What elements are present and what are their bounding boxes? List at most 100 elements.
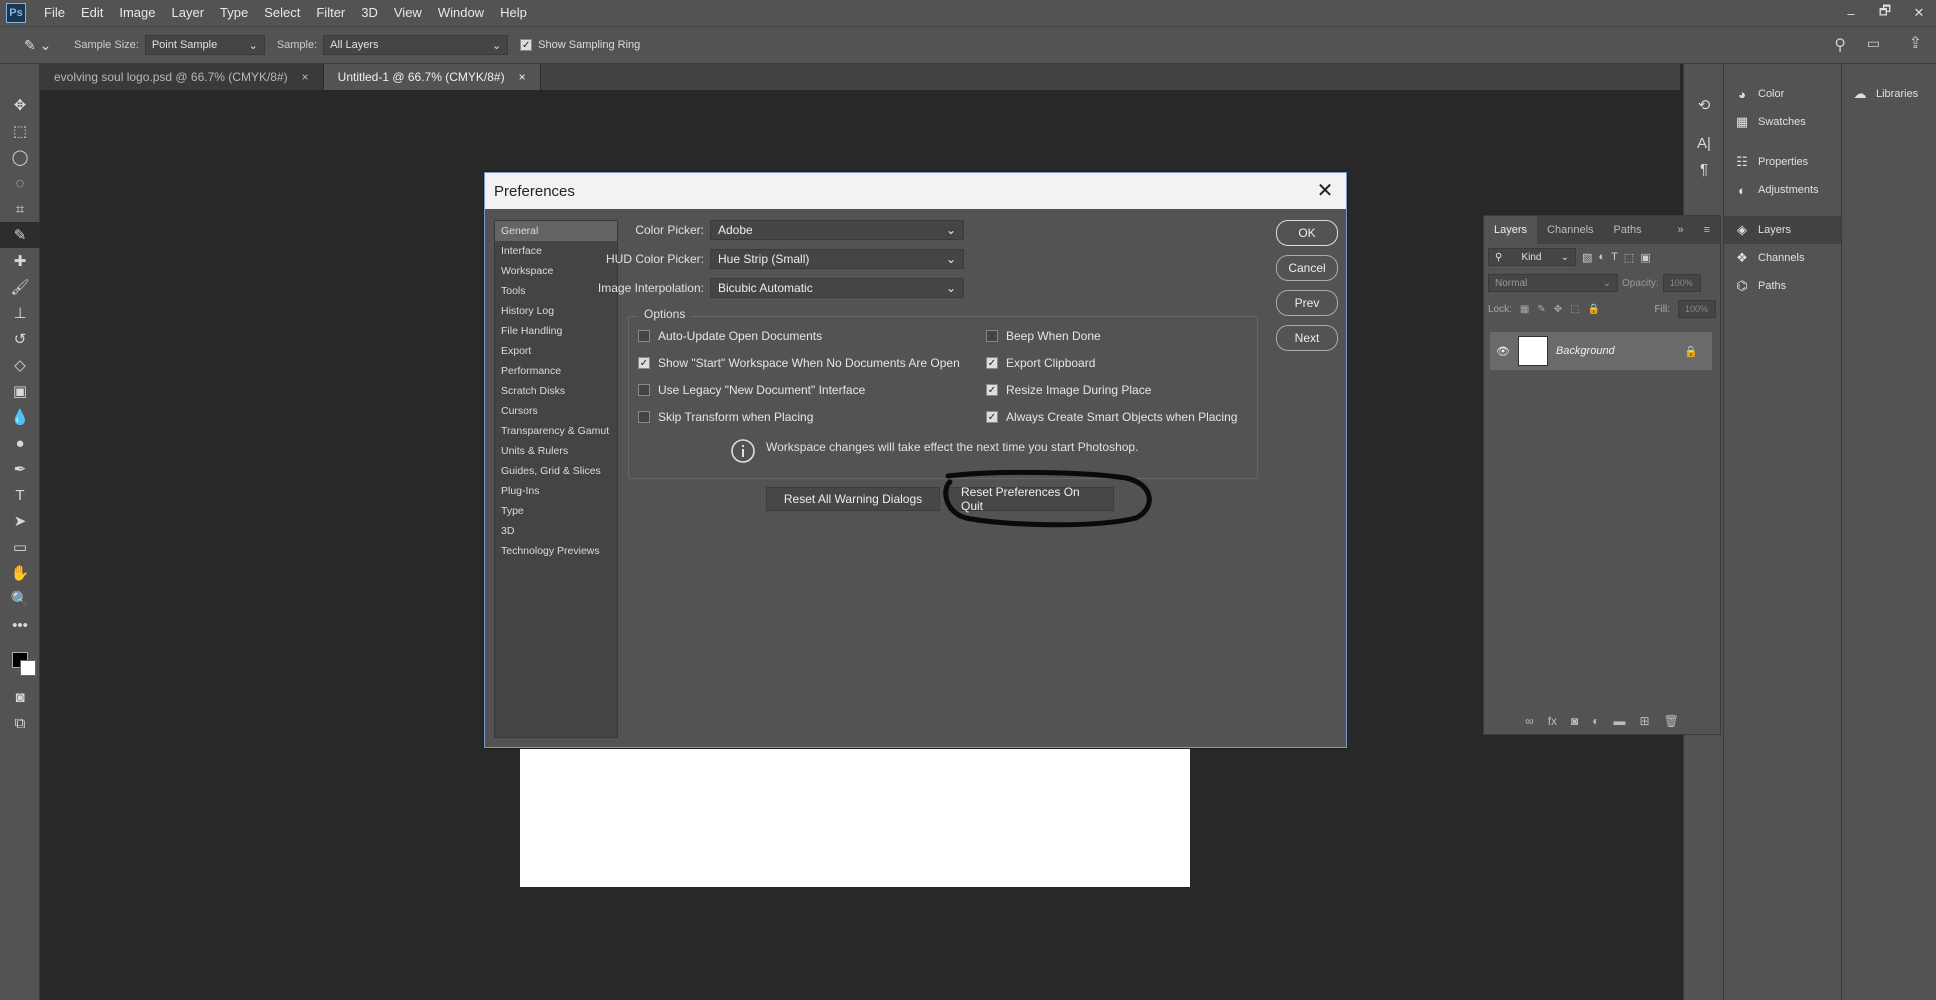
option-export-clipboard[interactable]: ✓ Export Clipboard	[986, 352, 1237, 374]
nav-3d[interactable]: 3D	[495, 521, 617, 541]
opacity-input[interactable]: 100%	[1662, 274, 1701, 292]
link-layers-icon[interactable]: ∞	[1525, 714, 1534, 728]
nav-export[interactable]: Export	[495, 341, 617, 361]
nav-plug-ins[interactable]: Plug-Ins	[495, 481, 617, 501]
brush-tool-icon[interactable]: 🖌	[0, 274, 40, 300]
menu-3d[interactable]: 3D	[353, 0, 386, 26]
fill-input[interactable]: 100%	[1678, 300, 1716, 318]
libraries-panel-button[interactable]: ☁ Libraries	[1842, 80, 1936, 108]
close-tab-icon[interactable]: ×	[302, 70, 309, 84]
sample-size-select[interactable]: Point Sample ⌄	[144, 35, 265, 55]
quick-mask-icon[interactable]: ◙	[0, 684, 40, 710]
nav-type[interactable]: Type	[495, 501, 617, 521]
eyedropper-tool-icon[interactable]: ✎	[0, 222, 40, 248]
pen-tool-icon[interactable]: ✒	[0, 456, 40, 482]
nav-file-handling[interactable]: File Handling	[495, 321, 617, 341]
close-window-button[interactable]: ✕	[1902, 0, 1936, 26]
gradient-tool-icon[interactable]: ▣	[0, 378, 40, 404]
search-icon[interactable]: ⚲	[1834, 35, 1846, 55]
panel-collapse-icon[interactable]: »	[1667, 216, 1693, 244]
export-clipboard-checkbox[interactable]: ✓	[986, 357, 998, 369]
resize-image-checkbox[interactable]: ✓	[986, 384, 998, 396]
nav-performance[interactable]: Performance	[495, 361, 617, 381]
option-resize-image[interactable]: ✓ Resize Image During Place	[986, 379, 1237, 401]
layer-style-icon[interactable]: fx	[1548, 714, 1557, 728]
history-panel-icon[interactable]: ⟲	[1684, 92, 1724, 118]
nav-cursors[interactable]: Cursors	[495, 401, 617, 421]
channels-panel-button[interactable]: ❖ Channels	[1724, 244, 1841, 272]
menu-edit[interactable]: Edit	[73, 0, 111, 26]
dialog-close-button[interactable]: ✕	[1313, 178, 1337, 202]
swatches-panel-button[interactable]: ▦ Swatches	[1724, 108, 1841, 136]
menu-window[interactable]: Window	[430, 0, 492, 26]
lock-artboard-icon[interactable]: ⬚	[1570, 304, 1579, 315]
history-brush-tool-icon[interactable]: ↺	[0, 326, 40, 352]
option-beep-when-done[interactable]: Beep When Done	[986, 325, 1237, 347]
layer-row-background[interactable]: 👁 Background 🔒	[1490, 332, 1712, 370]
nav-technology-previews[interactable]: Technology Previews	[495, 541, 617, 561]
adjustments-panel-button[interactable]: ◐ Adjustments	[1724, 176, 1841, 204]
menu-view[interactable]: View	[386, 0, 430, 26]
character-panel-icon[interactable]: A|	[1684, 130, 1724, 156]
option-show-start-workspace[interactable]: ✓ Show "Start" Workspace When No Documen…	[638, 352, 960, 374]
beep-when-done-checkbox[interactable]	[986, 330, 998, 342]
skip-transform-checkbox[interactable]	[638, 411, 650, 423]
doc-tab-evolving-soul[interactable]: evolving soul logo.psd @ 66.7% (CMYK/8#)…	[40, 64, 324, 90]
tab-layers[interactable]: Layers	[1484, 216, 1538, 244]
filter-shape-icon[interactable]: ⬚	[1624, 251, 1634, 264]
nav-units-rulers[interactable]: Units & Rulers	[495, 441, 617, 461]
blur-tool-icon[interactable]: 💧	[0, 404, 40, 430]
nav-guides-grid-slices[interactable]: Guides, Grid & Slices	[495, 461, 617, 481]
healing-brush-tool-icon[interactable]: ✚	[0, 248, 40, 274]
panel-menu-icon[interactable]: ≡	[1694, 216, 1720, 244]
menu-layer[interactable]: Layer	[164, 0, 213, 26]
eraser-tool-icon[interactable]: ◇	[0, 352, 40, 378]
blend-mode-select[interactable]: Normal ⌄	[1488, 274, 1618, 292]
menu-image[interactable]: Image	[111, 0, 163, 26]
auto-update-checkbox[interactable]	[638, 330, 650, 342]
next-button[interactable]: Next	[1276, 325, 1338, 351]
image-interpolation-select[interactable]: Bicubic Automatic ⌄	[710, 278, 964, 298]
marquee-tool-icon[interactable]: ⬚	[0, 118, 40, 144]
nav-history-log[interactable]: History Log	[495, 301, 617, 321]
background-color-swatch[interactable]	[20, 660, 36, 676]
cancel-button[interactable]: Cancel	[1276, 255, 1338, 281]
lock-position-icon[interactable]: ✥	[1554, 304, 1562, 315]
filter-pixel-icon[interactable]: ▧	[1582, 251, 1592, 264]
option-skip-transform[interactable]: Skip Transform when Placing	[638, 406, 960, 428]
close-tab-icon[interactable]: ×	[519, 70, 526, 84]
lock-pixels-icon[interactable]: ✎	[1537, 304, 1545, 315]
path-select-tool-icon[interactable]: ➤	[0, 508, 40, 534]
quick-select-tool-icon[interactable]: ◌	[0, 170, 40, 196]
crop-tool-icon[interactable]: ⌗	[0, 196, 40, 222]
menu-select[interactable]: Select	[256, 0, 308, 26]
new-group-icon[interactable]: ▬	[1614, 714, 1626, 728]
restore-button[interactable]: 🗗	[1868, 0, 1902, 26]
show-sampling-ring-checkbox[interactable]: ✓	[520, 39, 533, 51]
delete-layer-icon[interactable]: 🗑	[1664, 714, 1679, 728]
tab-paths[interactable]: Paths	[1604, 216, 1652, 244]
add-mask-icon[interactable]: ◙	[1571, 714, 1578, 728]
hud-color-picker-select[interactable]: Hue Strip (Small) ⌄	[710, 249, 964, 269]
minimize-button[interactable]: –	[1834, 0, 1868, 26]
share-icon[interactable]: ⇪	[1909, 33, 1922, 53]
type-tool-icon[interactable]: T	[0, 482, 40, 508]
rectangle-tool-icon[interactable]: ▭	[0, 534, 40, 560]
doc-tab-untitled-1[interactable]: Untitled-1 @ 66.7% (CMYK/8#) ×	[323, 64, 541, 90]
color-panel-button[interactable]: ◕ Color	[1724, 80, 1841, 108]
visibility-eye-icon[interactable]: 👁	[1496, 345, 1510, 358]
smart-objects-checkbox[interactable]: ✓	[986, 411, 998, 423]
legacy-new-document-checkbox[interactable]	[638, 384, 650, 396]
nav-scratch-disks[interactable]: Scratch Disks	[495, 381, 617, 401]
stamp-tool-icon[interactable]: ⊥	[0, 300, 40, 326]
nav-transparency-gamut[interactable]: Transparency & Gamut	[495, 421, 617, 441]
option-smart-objects[interactable]: ✓ Always Create Smart Objects when Placi…	[986, 406, 1237, 428]
color-picker-select[interactable]: Adobe ⌄	[710, 220, 964, 240]
menu-type[interactable]: Type	[212, 0, 256, 26]
lock-all-icon[interactable]: 🔒	[1588, 304, 1600, 315]
reset-warning-dialogs-button[interactable]: Reset All Warning Dialogs	[766, 487, 940, 511]
filter-adjustment-icon[interactable]: ◐	[1598, 251, 1605, 263]
menu-filter[interactable]: Filter	[308, 0, 353, 26]
properties-panel-button[interactable]: ☷ Properties	[1724, 148, 1841, 176]
new-layer-icon[interactable]: ⊞	[1640, 714, 1650, 728]
